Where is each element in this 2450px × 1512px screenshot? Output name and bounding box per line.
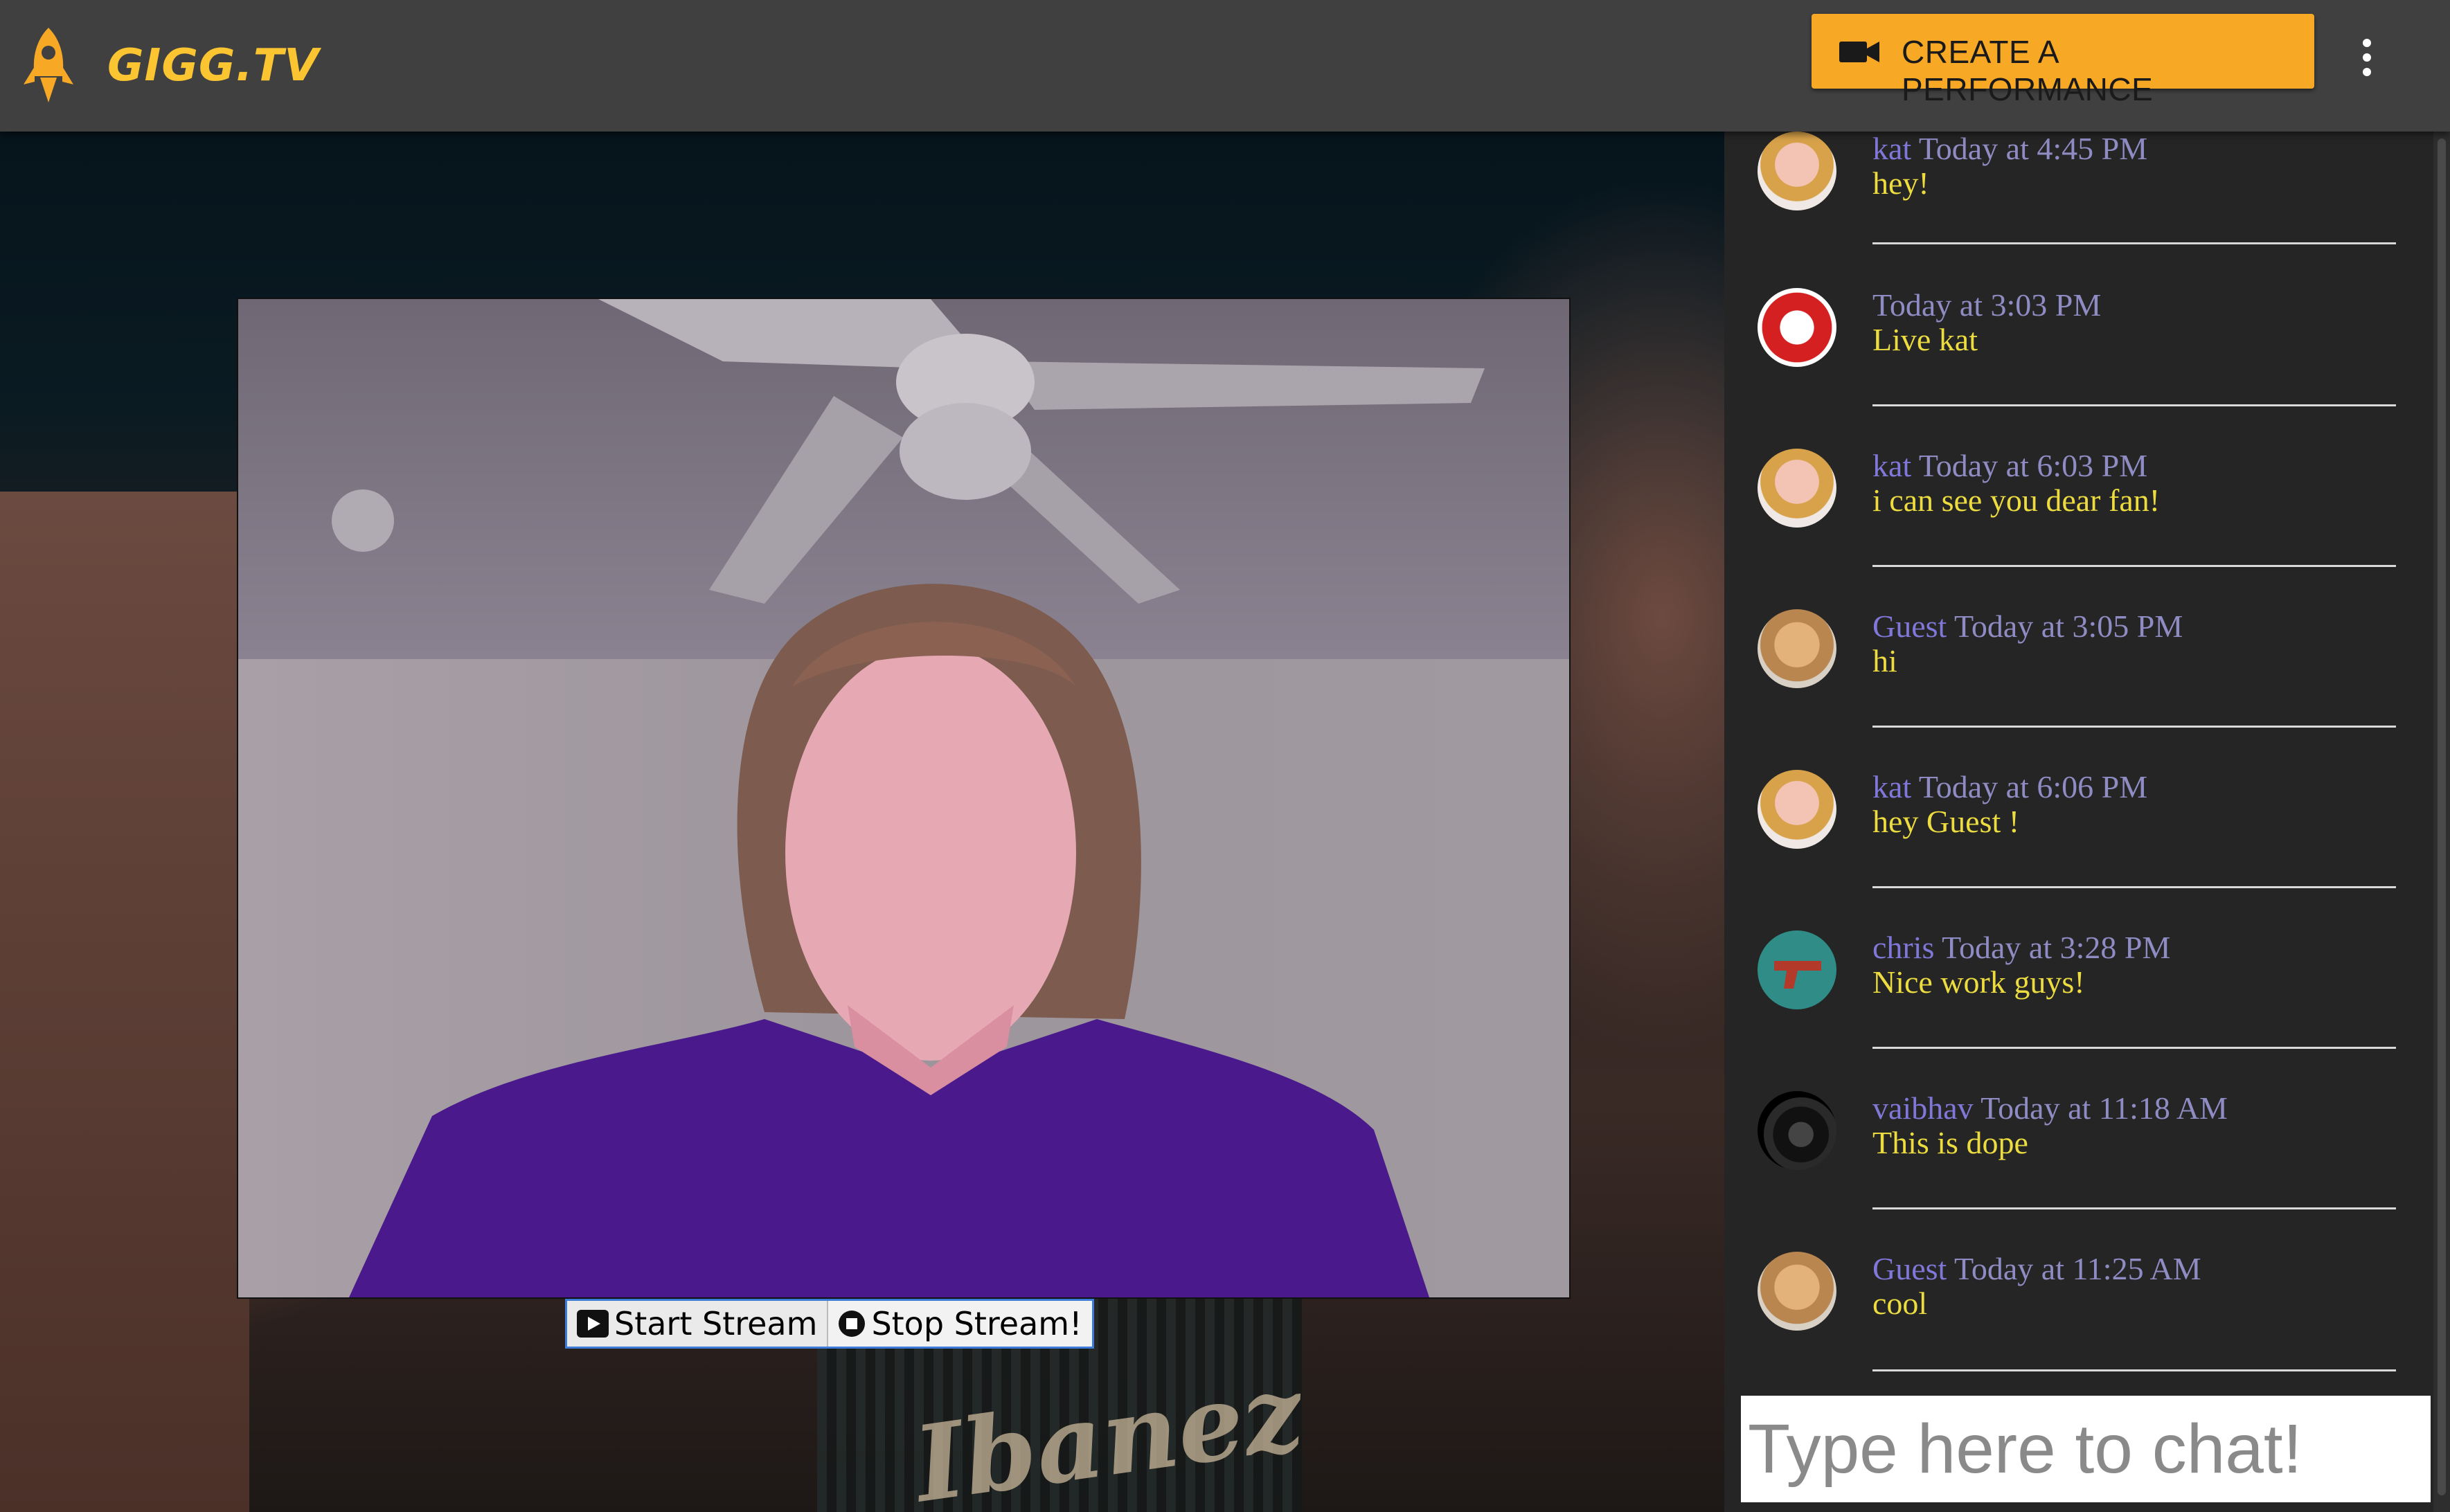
gun-avatar[interactable] bbox=[1758, 930, 1836, 1009]
message-username[interactable]: Guest bbox=[1872, 609, 1947, 644]
message-time: Today at 6:06 PM bbox=[1918, 769, 2148, 804]
more-vertical-icon[interactable] bbox=[2353, 39, 2381, 87]
message-username[interactable]: kat bbox=[1872, 769, 1911, 804]
message-time: Today at 3:05 PM bbox=[1954, 609, 2183, 644]
message-time: Today at 11:18 AM bbox=[1980, 1090, 2228, 1126]
chat-message: Guest Today at 11:25 AM cool bbox=[1724, 1238, 2444, 1398]
start-stream-label: Start Stream bbox=[614, 1305, 818, 1342]
message-text: hey! bbox=[1872, 165, 1929, 201]
stop-icon bbox=[839, 1311, 866, 1337]
message-username[interactable]: vaibhav bbox=[1872, 1090, 1974, 1126]
message-text: This is dope bbox=[1872, 1125, 2028, 1160]
message-time: Today at 4:45 PM bbox=[1918, 132, 2148, 166]
play-icon bbox=[577, 1310, 609, 1338]
tornado-avatar[interactable] bbox=[1758, 1091, 1836, 1170]
page-scrollbar[interactable] bbox=[2433, 0, 2450, 1512]
chat-input[interactable] bbox=[1741, 1396, 2431, 1502]
chat-message: kat Today at 4:45 PM hey! bbox=[1724, 132, 2444, 274]
chat-message: Guest Today at 3:05 PM hi bbox=[1724, 595, 2444, 756]
scrollbar-thumb[interactable] bbox=[2438, 138, 2446, 1495]
chat-panel[interactable]: kat Today at 4:45 PM hey! Today at 3:03 … bbox=[1724, 132, 2444, 1512]
chat-message: kat Today at 6:06 PM hey Guest ! bbox=[1724, 756, 2444, 917]
message-text: Live kat bbox=[1872, 322, 1978, 357]
webcam-video[interactable] bbox=[237, 298, 1571, 1299]
message-time: Today at 6:03 PM bbox=[1918, 448, 2148, 483]
message-text: hey Guest ! bbox=[1872, 804, 2020, 839]
kat-avatar[interactable] bbox=[1758, 449, 1836, 528]
chat-message: Today at 3:03 PM Live kat bbox=[1724, 274, 2444, 435]
puppy-avatar[interactable] bbox=[1758, 609, 1836, 688]
pistol-icon bbox=[1774, 961, 1821, 989]
create-performance-label: CREATE A PERFORMANCE bbox=[1902, 34, 2154, 107]
stop-stream-label: Stop Stream! bbox=[871, 1305, 1082, 1342]
chat-message: vaibhav Today at 11:18 AM This is dope bbox=[1724, 1077, 2444, 1238]
person bbox=[349, 584, 1429, 1297]
message-divider bbox=[1872, 404, 2396, 406]
message-text: i can see you dear fan! bbox=[1872, 483, 2161, 518]
message-time: Today at 3:28 PM bbox=[1942, 930, 2171, 965]
rocket-icon[interactable] bbox=[21, 25, 76, 107]
message-divider bbox=[1872, 1047, 2396, 1049]
puppy-avatar[interactable] bbox=[1758, 1252, 1836, 1331]
chat-message: kat Today at 6:03 PM i can see you dear … bbox=[1724, 435, 2444, 595]
message-username[interactable]: kat bbox=[1872, 448, 1911, 483]
message-text: hi bbox=[1872, 643, 1897, 678]
message-divider bbox=[1872, 1207, 2396, 1209]
message-divider bbox=[1872, 1369, 2396, 1371]
message-username[interactable]: chris bbox=[1872, 930, 1934, 965]
message-time: Today at 3:03 PM bbox=[1872, 287, 2102, 323]
message-divider bbox=[1872, 726, 2396, 728]
brand-name[interactable]: GIGG.TV bbox=[107, 40, 319, 91]
message-time: Today at 11:25 AM bbox=[1954, 1251, 2201, 1286]
message-text: Nice work guys! bbox=[1872, 964, 2085, 1000]
start-stream-button[interactable]: Start Stream bbox=[567, 1301, 829, 1347]
message-divider bbox=[1872, 565, 2396, 567]
stop-stream-button[interactable]: Stop Stream! bbox=[828, 1301, 1092, 1347]
message-divider bbox=[1872, 242, 2396, 244]
kat-avatar[interactable] bbox=[1758, 770, 1836, 849]
video-stage: Ibanez Start Stream Stop Stream! bbox=[0, 132, 1724, 1512]
stream-controls: Start Stream Stop Stream! bbox=[565, 1299, 1094, 1349]
kat-avatar[interactable] bbox=[1758, 132, 1836, 210]
background-guitar-body bbox=[0, 492, 249, 1512]
chat-message: chris Today at 3:28 PM Nice work guys! bbox=[1724, 917, 2444, 1077]
create-performance-button[interactable]: CREATE A PERFORMANCE bbox=[1812, 14, 2314, 107]
red-portrait-avatar[interactable] bbox=[1758, 288, 1836, 367]
message-username[interactable]: kat bbox=[1872, 132, 1911, 166]
message-username[interactable]: Guest bbox=[1872, 1251, 1947, 1286]
top-bar: GIGG.TV CREATE A PERFORMANCE bbox=[0, 0, 2450, 132]
message-text: cool bbox=[1872, 1286, 1928, 1321]
message-divider bbox=[1872, 886, 2396, 888]
video-camera-icon bbox=[1839, 42, 1879, 62]
